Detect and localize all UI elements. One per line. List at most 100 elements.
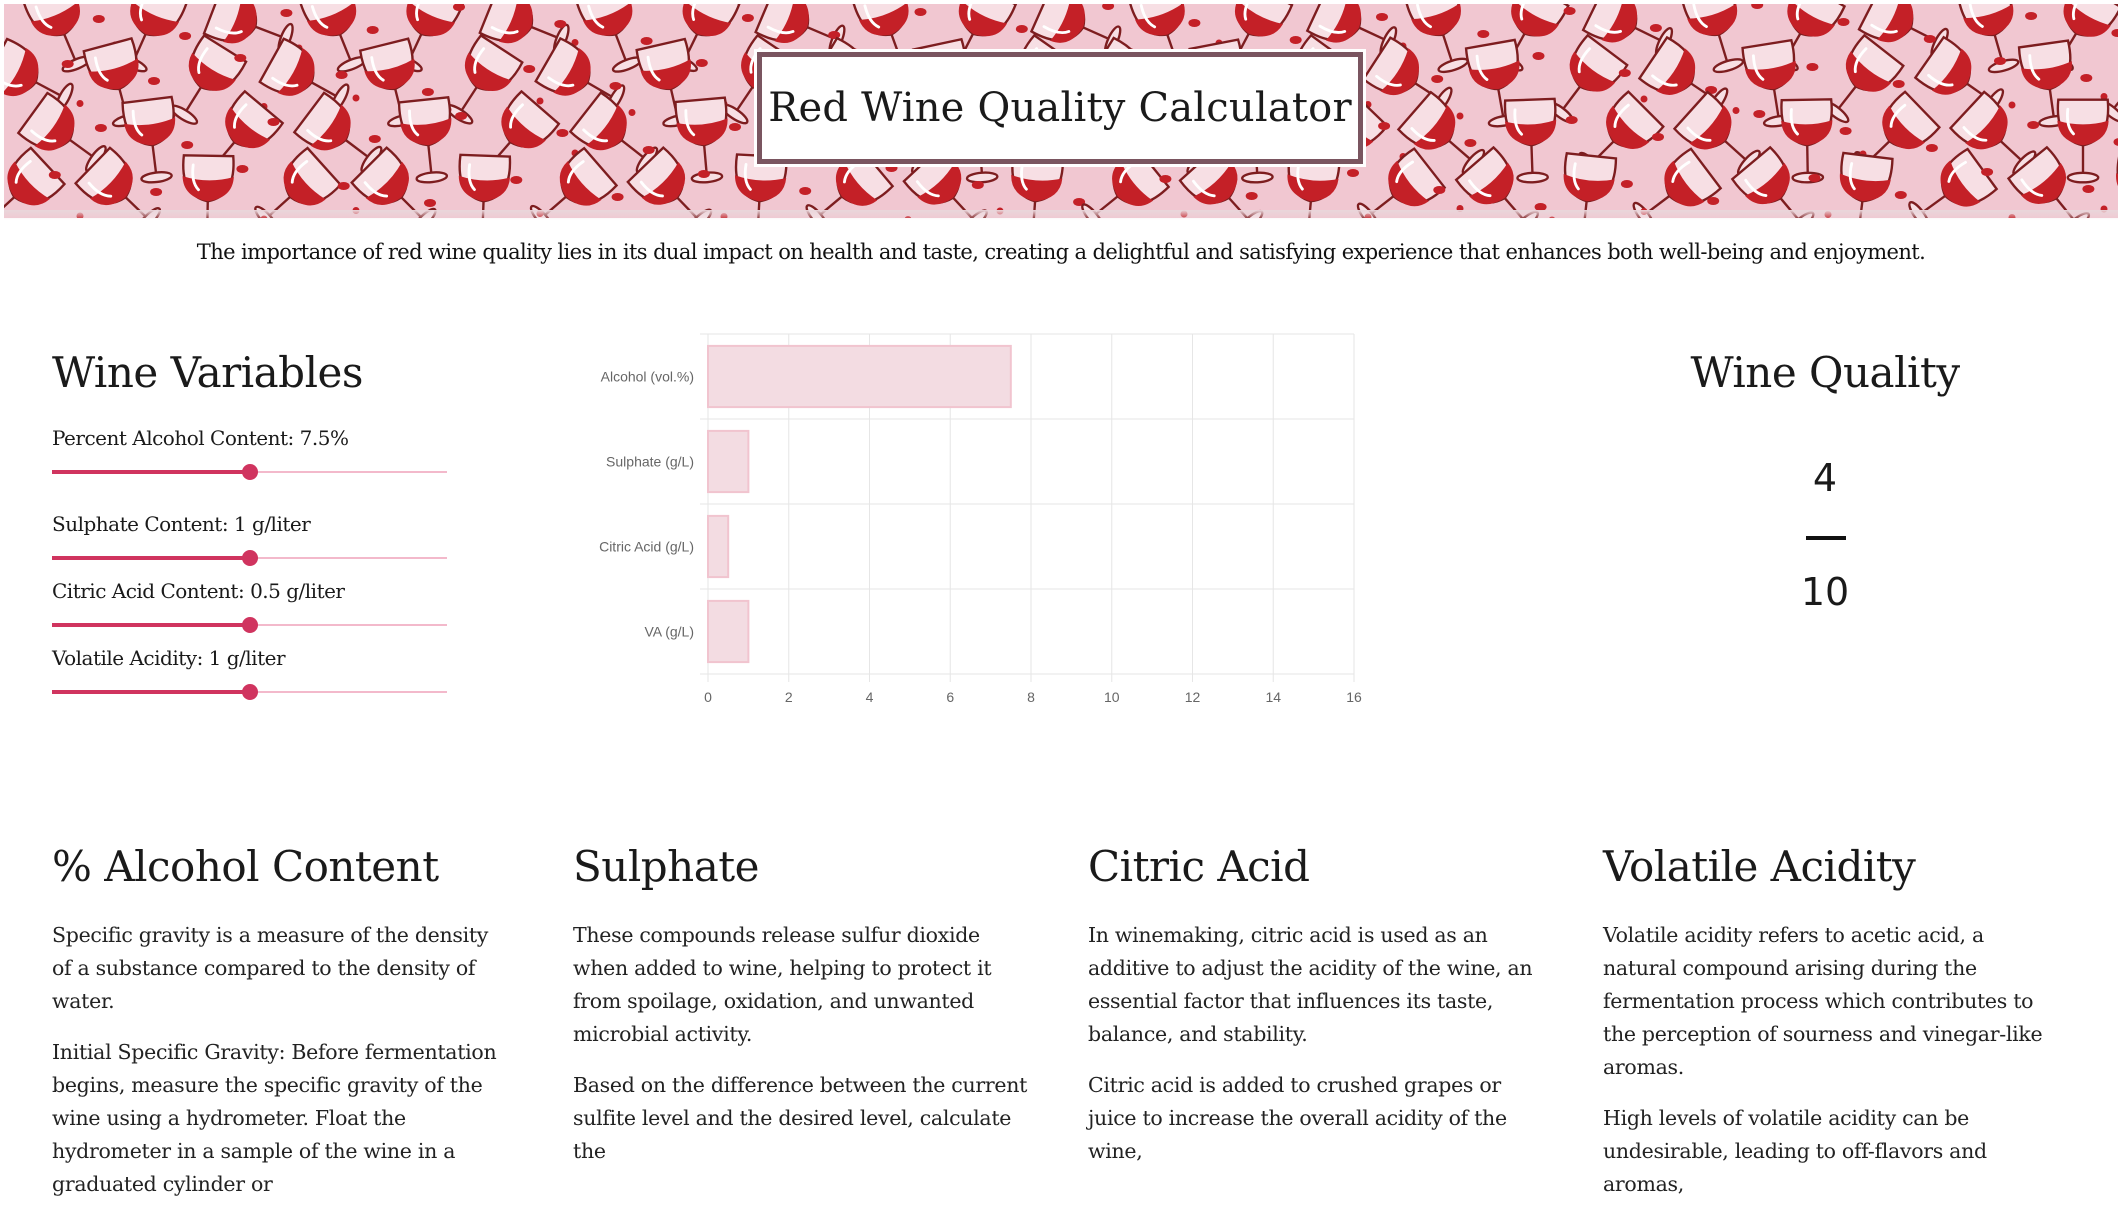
wine-drop-icon: [2111, 29, 2118, 37]
volatile-acidity-info-heading: Volatile Acidity: [1603, 842, 2063, 891]
alcohol-slider-label: Percent Alcohol Content: 7.5%: [52, 426, 447, 450]
volatile-acidity-info-paragraph: Volatile acidity refers to acetic acid, …: [1603, 919, 2063, 1084]
wine-drop-icon: [1431, 75, 1443, 83]
wine-drop-icon: [1809, 174, 1821, 182]
title-box: Red Wine Quality Calculator: [757, 52, 1363, 164]
x-tick-label: 10: [1104, 689, 1120, 705]
wine-glass-icon: [1832, 153, 1893, 218]
wine-variables-heading: Wine Variables: [52, 348, 363, 397]
wine-drop-icon: [95, 124, 107, 132]
volatile-acidity-info-paragraph: High levels of volatile acidity can be u…: [1603, 1102, 2063, 1201]
wine-drop-icon: [1464, 139, 1476, 147]
intro-text: The importance of red wine quality lies …: [0, 240, 2122, 264]
wine-drop-icon: [698, 170, 710, 178]
slider-fill: [52, 623, 250, 627]
wine-drop-icon: [643, 146, 655, 154]
wine-drop-icon: [2009, 102, 2016, 109]
wine-drop-icon: [77, 100, 84, 107]
wine-drop-icon: [2027, 121, 2039, 129]
wine-drop-icon: [915, 8, 927, 16]
wine-drop-icon: [1376, 13, 1388, 21]
wine-glass-icon: [181, 155, 234, 218]
sulphate-slider-group: Sulphate Content: 1 g/liter: [52, 512, 447, 568]
slider-thumb[interactable]: [242, 550, 258, 566]
wine-drop-icon: [148, 77, 160, 85]
wine-drop-icon: [1477, 30, 1489, 38]
wine-glass-icon: [1781, 99, 1834, 183]
wine-drop-icon: [2080, 74, 2092, 82]
wine-drop-icon: [2082, 185, 2094, 193]
citric-acid-slider-label: Citric Acid Content: 0.5 g/liter: [52, 579, 447, 603]
alcohol-slider-group: Percent Alcohol Content: 7.5%: [52, 426, 447, 482]
wine-drop-icon: [886, 164, 898, 172]
wine-drop-icon: [554, 20, 566, 28]
sulphate-slider-label: Sulphate Content: 1 g/liter: [52, 512, 447, 536]
wine-glass-icon: [1349, 148, 1446, 218]
wine-drop-icon: [49, 171, 61, 179]
wine-drop-icon: [1707, 197, 1719, 205]
fraction-bar: [1806, 536, 1846, 540]
volatile-acidity-info-section: Volatile Acidity Volatile acidity refers…: [1603, 842, 2063, 1219]
wine-drop-icon: [1753, 110, 1765, 118]
wine-drop-icon: [93, 15, 105, 23]
wine-glass-icon: [2108, 152, 2118, 218]
wine-drop-icon: [369, 135, 381, 143]
wine-drop-icon: [1378, 122, 1390, 130]
y-tick-label: Alcohol (vol.%): [601, 369, 694, 385]
wine-drop-icon: [455, 112, 467, 120]
wine-drop-icon: [729, 123, 741, 131]
slider-thumb[interactable]: [242, 684, 258, 700]
wine-drop-icon: [1895, 191, 1907, 199]
wine-drop-icon: [799, 187, 811, 195]
wine-drop-icon: [1994, 57, 2006, 65]
wine-drop-icon: [537, 98, 544, 105]
wine-glass-icon: [2057, 100, 2108, 183]
wine-drop-icon: [610, 82, 622, 90]
variables-bar-chart: 0246810121416Alcohol (vol.%)Sulphate (g/…: [560, 318, 1380, 718]
y-tick-label: Citric Acid (g/L): [599, 539, 694, 555]
wine-drop-icon: [1641, 96, 1648, 103]
alcohol-info-heading: % Alcohol Content: [52, 842, 512, 891]
sulphate-info-heading: Sulphate: [573, 842, 1033, 891]
page-title: Red Wine Quality Calculator: [768, 85, 1352, 131]
wine-drop-icon: [1290, 36, 1302, 44]
wine-drop-icon: [1246, 192, 1258, 200]
slider-thumb[interactable]: [242, 464, 258, 480]
slider-fill: [52, 470, 250, 474]
wine-drop-icon: [424, 199, 436, 207]
wine-drop-icon: [1433, 186, 1445, 194]
wine-drop-icon: [742, 14, 754, 22]
sulphate-slider[interactable]: [52, 548, 447, 568]
quality-max: 10: [1730, 570, 1920, 614]
wine-drop-icon: [1533, 52, 1545, 60]
y-tick-label: Sulphate (g/L): [606, 454, 694, 470]
quality-score: 4: [1730, 456, 1920, 500]
alcohol-slider[interactable]: [52, 462, 447, 482]
wine-glass-icon: [1900, 148, 1997, 218]
wine-drop-icon: [1652, 133, 1664, 141]
x-tick-label: 2: [785, 689, 793, 705]
wine-drop-icon: [556, 129, 568, 137]
wine-glass-icon: [521, 147, 617, 218]
wine-drop-icon: [1188, 19, 1200, 27]
wine-drop-icon: [1564, 7, 1576, 15]
x-tick-label: 6: [946, 689, 954, 705]
wine-drop-icon: [1619, 69, 1631, 77]
wine-drop-icon: [62, 60, 74, 68]
wine-drop-icon: [1751, 4, 1763, 9]
wine-drop-icon: [181, 141, 193, 149]
slider-thumb[interactable]: [242, 617, 258, 633]
wine-glass-icon: [245, 147, 341, 218]
sulphate-info-paragraph: Based on the difference between the curr…: [573, 1069, 1033, 1168]
wine-drop-icon: [422, 88, 434, 96]
sulphate-info-paragraph: These compounds release sulfur dioxide w…: [573, 919, 1033, 1051]
bar: [708, 516, 728, 577]
wine-drop-icon: [179, 32, 191, 40]
citric-acid-slider[interactable]: [52, 615, 447, 635]
volatile-acidity-slider[interactable]: [52, 682, 447, 702]
alcohol-info-paragraph: Initial Specific Gravity: Before ferment…: [52, 1036, 512, 1201]
wine-drop-icon: [1347, 169, 1359, 177]
wine-drop-icon: [972, 181, 984, 189]
wine-glass-icon: [1557, 153, 1617, 218]
wine-drop-icon: [1893, 80, 1905, 88]
